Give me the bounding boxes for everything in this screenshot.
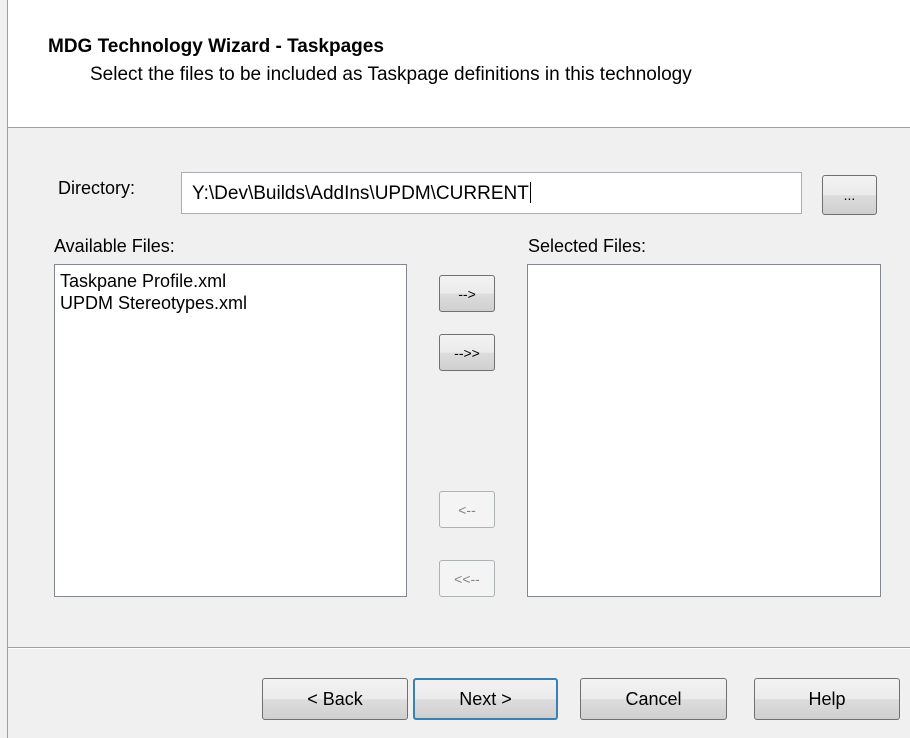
list-item[interactable]: UPDM Stereotypes.xml xyxy=(60,292,406,314)
directory-label: Directory: xyxy=(58,178,136,198)
remove-all-button[interactable]: <<-- xyxy=(439,560,495,597)
list-item[interactable]: Taskpane Profile.xml xyxy=(60,270,406,292)
available-files-label: Available Files: xyxy=(54,236,175,256)
wizard-subtitle: Select the files to be included as Taskp… xyxy=(90,64,692,85)
text-caret xyxy=(529,182,531,203)
back-button[interactable]: < Back xyxy=(262,678,408,720)
help-button[interactable]: Help xyxy=(754,678,900,720)
directory-value: Y:\Dev\Builds\AddIns\UPDM\CURRENT xyxy=(192,183,529,204)
wizard-dialog: MDG Technology Wizard - Taskpages Select… xyxy=(0,0,910,738)
wizard-header: MDG Technology Wizard - Taskpages Select… xyxy=(8,0,910,128)
footer-divider-highlight xyxy=(8,648,910,649)
directory-input[interactable]: Y:\Dev\Builds\AddIns\UPDM\CURRENT xyxy=(181,172,802,214)
add-all-button[interactable]: -->> xyxy=(439,334,495,371)
next-button[interactable]: Next > xyxy=(413,678,558,720)
browse-button[interactable]: ... xyxy=(822,175,877,215)
selected-files-list[interactable] xyxy=(527,264,881,597)
selected-files-label: Selected Files: xyxy=(528,236,647,256)
cancel-button[interactable]: Cancel xyxy=(580,678,727,720)
wizard-title: MDG Technology Wizard - Taskpages xyxy=(48,36,384,57)
add-button[interactable]: --> xyxy=(439,275,495,312)
remove-button[interactable]: <-- xyxy=(439,491,495,528)
available-files-list[interactable]: Taskpane Profile.xml UPDM Stereotypes.xm… xyxy=(54,264,407,597)
